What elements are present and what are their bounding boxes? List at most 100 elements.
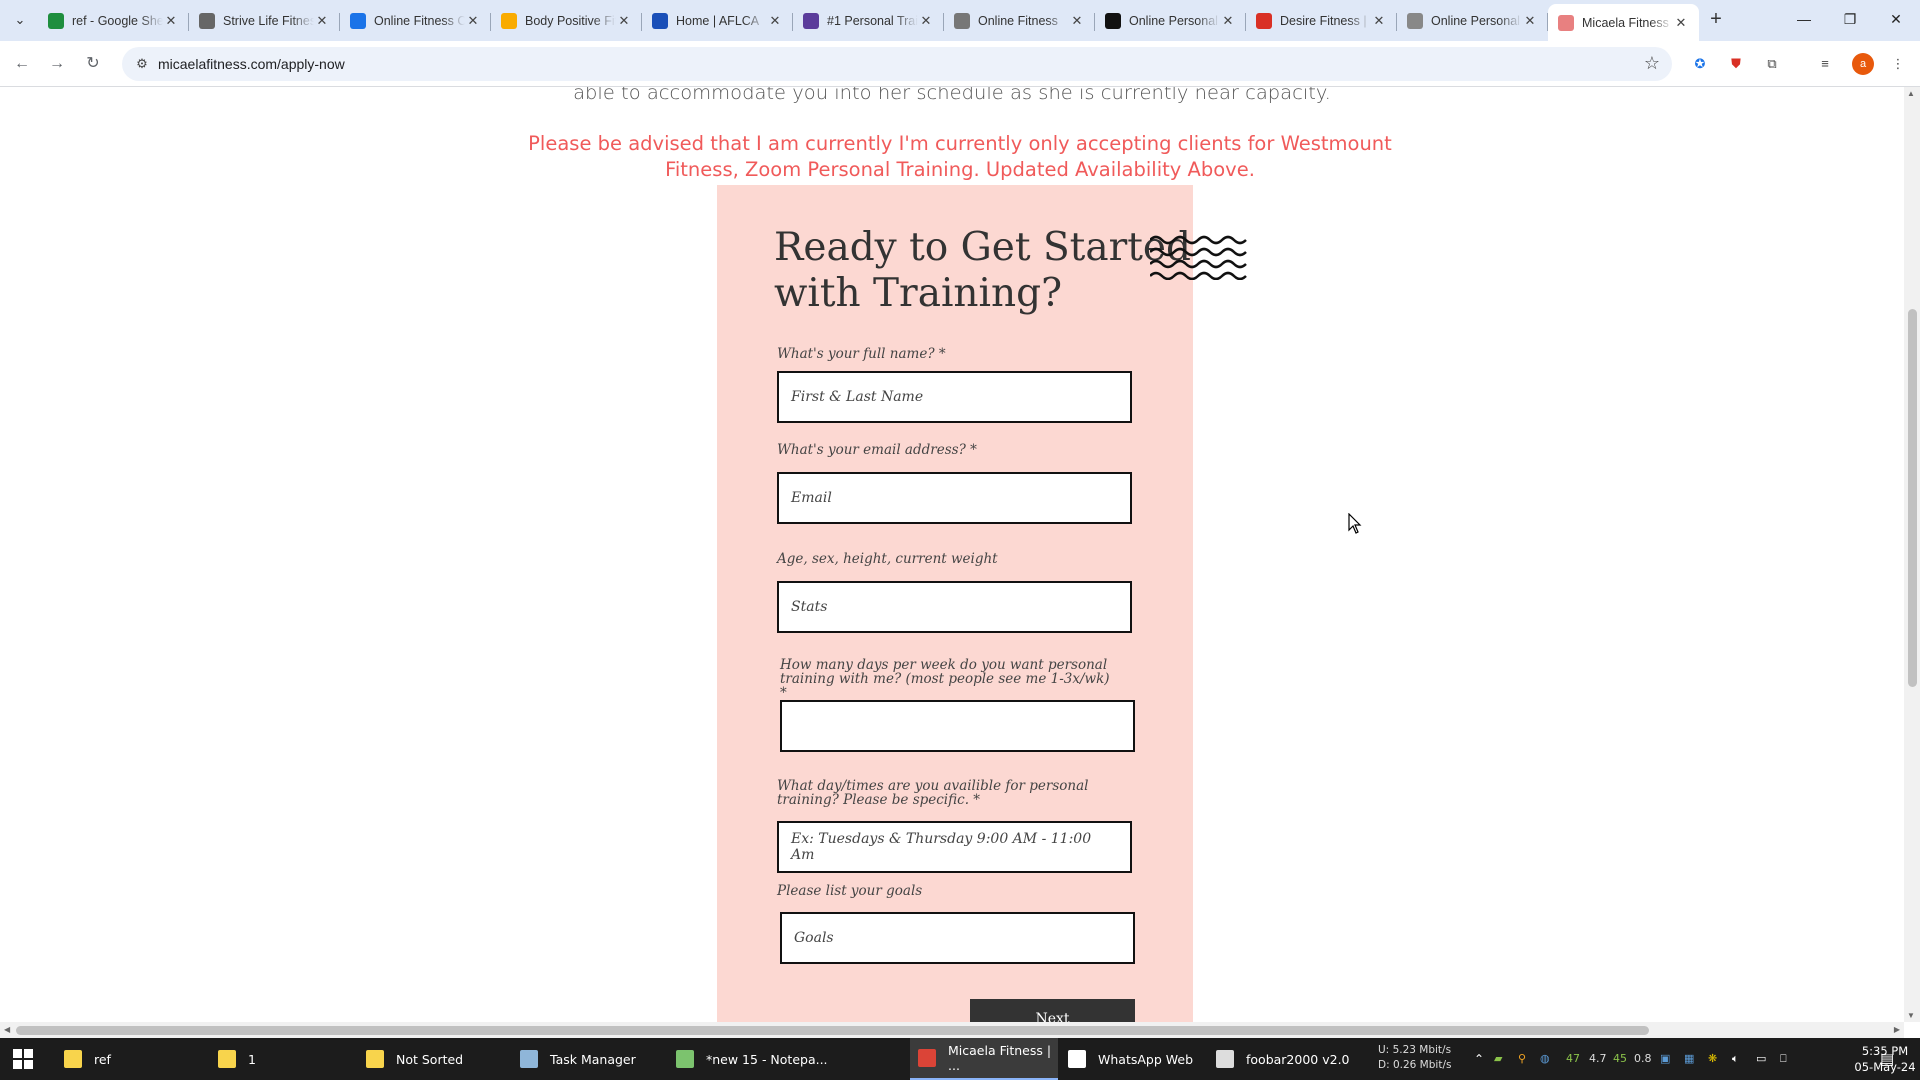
- close-window-button[interactable]: ✕: [1873, 0, 1919, 41]
- browser-tab[interactable]: Online Fitness Coach✕: [340, 4, 491, 37]
- tab-close-icon[interactable]: ✕: [1220, 13, 1236, 29]
- tab-close-icon[interactable]: ✕: [1371, 13, 1387, 29]
- availability-label: What day/times are you availible for per…: [777, 778, 1089, 808]
- tab-close-icon[interactable]: ✕: [918, 13, 934, 29]
- tray-app-icon[interactable]: ▣: [1660, 1038, 1670, 1080]
- network-icon[interactable]: ⎕: [1780, 1038, 1787, 1080]
- media-control-icon[interactable]: ≡: [1815, 54, 1835, 74]
- tab-close-icon[interactable]: ✕: [465, 13, 481, 29]
- folder-icon: [218, 1050, 236, 1068]
- maximize-button[interactable]: ❐: [1827, 0, 1873, 41]
- tab-search-chevron-icon[interactable]: ⌄: [8, 8, 32, 32]
- tab-list: ref - Google Sheets✕Strive Life Fitness✕…: [38, 4, 1699, 41]
- tab-title: ref - Google Sheets: [72, 13, 163, 28]
- taskbar-app[interactable]: foobar2000 v2.0: [1208, 1038, 1368, 1080]
- url-text[interactable]: micaelafitness.com/apply-now: [158, 56, 345, 72]
- battery-icon[interactable]: ▭: [1756, 1038, 1766, 1080]
- bookmark-star-icon[interactable]: ☆: [1644, 53, 1660, 74]
- scroll-up-icon[interactable]: ▲: [1907, 89, 1915, 98]
- mouse-cursor-icon: [1348, 513, 1362, 534]
- taskbar-app[interactable]: Not Sorted: [358, 1038, 508, 1080]
- extension-icon[interactable]: ✪: [1690, 54, 1710, 74]
- tab-favicon-icon: [199, 12, 215, 29]
- tab-title: Body Positive Fitness: [525, 13, 616, 28]
- browser-tab[interactable]: Strive Life Fitness ✕: [189, 4, 340, 37]
- browser-tab[interactable]: Desire Fitness | Personal✕: [1246, 4, 1397, 37]
- tab-favicon-icon: [1256, 12, 1272, 29]
- tray-keyboard-icon[interactable]: ❋: [1708, 1038, 1717, 1080]
- taskbar-app-label: ref: [94, 1051, 111, 1067]
- vertical-scroll-thumb[interactable]: [1908, 309, 1917, 687]
- horizontal-scroll-thumb[interactable]: [16, 1026, 1649, 1035]
- browser-tab[interactable]: Online Personal Trainer✕: [1095, 4, 1246, 37]
- horizontal-scrollbar[interactable]: ◀ ▶: [0, 1022, 1904, 1038]
- browser-tab[interactable]: ref - Google Sheets✕: [38, 4, 189, 37]
- browser-tab[interactable]: Home | AFLCA ✕: [642, 4, 793, 37]
- tab-close-icon[interactable]: ✕: [616, 13, 632, 29]
- foobar-icon: [1216, 1050, 1234, 1068]
- availability-notice: Please be advised that I am currently I'…: [528, 132, 1392, 181]
- site-info-icon[interactable]: ⚙: [132, 54, 152, 74]
- tab-close-icon[interactable]: ✕: [767, 13, 783, 29]
- tray-folder-icon[interactable]: ▰: [1494, 1038, 1502, 1080]
- tab-favicon-icon: [1105, 12, 1121, 29]
- browser-tab[interactable]: Body Positive Fitness✕: [491, 4, 642, 37]
- tab-favicon-icon: [954, 12, 970, 29]
- tab-favicon-icon: [1407, 12, 1423, 29]
- tray-search-icon[interactable]: ⚲: [1518, 1038, 1526, 1080]
- page-viewport: able to accommodate you into her schedul…: [0, 87, 1904, 1022]
- back-arrow-icon[interactable]: ←: [8, 50, 36, 78]
- vertical-scrollbar[interactable]: ▲ ▼: [1904, 87, 1920, 1022]
- tab-close-icon[interactable]: ✕: [1673, 15, 1689, 31]
- next-button[interactable]: Next: [970, 999, 1135, 1022]
- tab-close-icon[interactable]: ✕: [1522, 13, 1538, 29]
- profile-avatar[interactable]: a: [1852, 53, 1874, 75]
- chrome-icon: [918, 1049, 936, 1067]
- scroll-right-icon[interactable]: ▶: [1894, 1025, 1900, 1034]
- tray-calendar-icon[interactable]: ▦: [1684, 1038, 1694, 1080]
- minimize-button[interactable]: —: [1781, 0, 1827, 41]
- reload-icon[interactable]: ↻: [79, 50, 107, 78]
- days-per-week-input[interactable]: [780, 700, 1135, 752]
- availability-input[interactable]: Ex: Tuesdays & Thursday 9:00 AM - 11:00 …: [777, 821, 1132, 873]
- tab-close-icon[interactable]: ✕: [314, 13, 330, 29]
- taskbar-app[interactable]: 1: [210, 1038, 355, 1080]
- windows-taskbar: ref 1 Not Sorted Task Manager *new 15 - Note…: [0, 1038, 1920, 1080]
- taskbar-app[interactable]: WhatsApp Web: [1060, 1038, 1205, 1080]
- volume-icon[interactable]: 🔈︎: [1732, 1038, 1739, 1080]
- goals-input[interactable]: Goals: [780, 912, 1135, 964]
- taskbar-app[interactable]: *new 15 - Notepa...: [668, 1038, 908, 1080]
- tab-title: Desire Fitness | Personal: [1280, 13, 1371, 28]
- browser-tab[interactable]: #1 Personal Trainer✕: [793, 4, 944, 37]
- tab-close-icon[interactable]: ✕: [1069, 13, 1085, 29]
- tab-close-icon[interactable]: ✕: [163, 13, 179, 29]
- stats-input[interactable]: Stats: [777, 581, 1132, 633]
- tray-globe-icon[interactable]: ◍: [1540, 1038, 1550, 1080]
- menu-kebab-icon[interactable]: ⋮: [1888, 54, 1908, 74]
- taskbar-app-label: 1: [248, 1051, 256, 1067]
- new-tab-button[interactable]: +: [1704, 8, 1728, 32]
- taskbar-app[interactable]: ref: [56, 1038, 206, 1080]
- tray-stat-4: 0.8: [1634, 1052, 1652, 1065]
- shield-extension-icon[interactable]: ⛊: [1726, 54, 1746, 74]
- taskbar-app[interactable]: Task Manager: [512, 1038, 662, 1080]
- browser-tab[interactable]: Micaela Fitness ✕: [1548, 4, 1699, 41]
- tab-title: Online Personal Trainer: [1431, 13, 1522, 28]
- full-name-input[interactable]: First & Last Name: [777, 371, 1132, 423]
- scroll-left-icon[interactable]: ◀: [4, 1025, 10, 1034]
- scroll-down-icon[interactable]: ▼: [1907, 1011, 1915, 1020]
- taskbar-app[interactable]: Micaela Fitness | ...: [910, 1038, 1058, 1080]
- tab-title: Online Fitness Coach: [374, 13, 465, 28]
- browser-tab[interactable]: Online Fitness ✕: [944, 4, 1095, 37]
- notifications-icon[interactable]: ▤: [1880, 1038, 1894, 1080]
- email-input[interactable]: Email: [777, 472, 1132, 524]
- network-speed: U: 5.23 Mbit/s D: 0.26 Mbit/s: [1378, 1043, 1451, 1073]
- address-bar[interactable]: ⚙ micaelafitness.com/apply-now ☆: [122, 47, 1672, 81]
- tray-chevron-icon[interactable]: ⌃: [1474, 1038, 1484, 1080]
- goals-label: Please list your goals: [777, 883, 923, 899]
- extensions-puzzle-icon[interactable]: ⧉: [1762, 54, 1782, 74]
- windows-start-icon[interactable]: [0, 1038, 46, 1080]
- browser-tab[interactable]: Online Personal Trainer✕: [1397, 4, 1548, 37]
- notepad-icon: [676, 1050, 694, 1068]
- forward-arrow-icon[interactable]: →: [43, 50, 71, 78]
